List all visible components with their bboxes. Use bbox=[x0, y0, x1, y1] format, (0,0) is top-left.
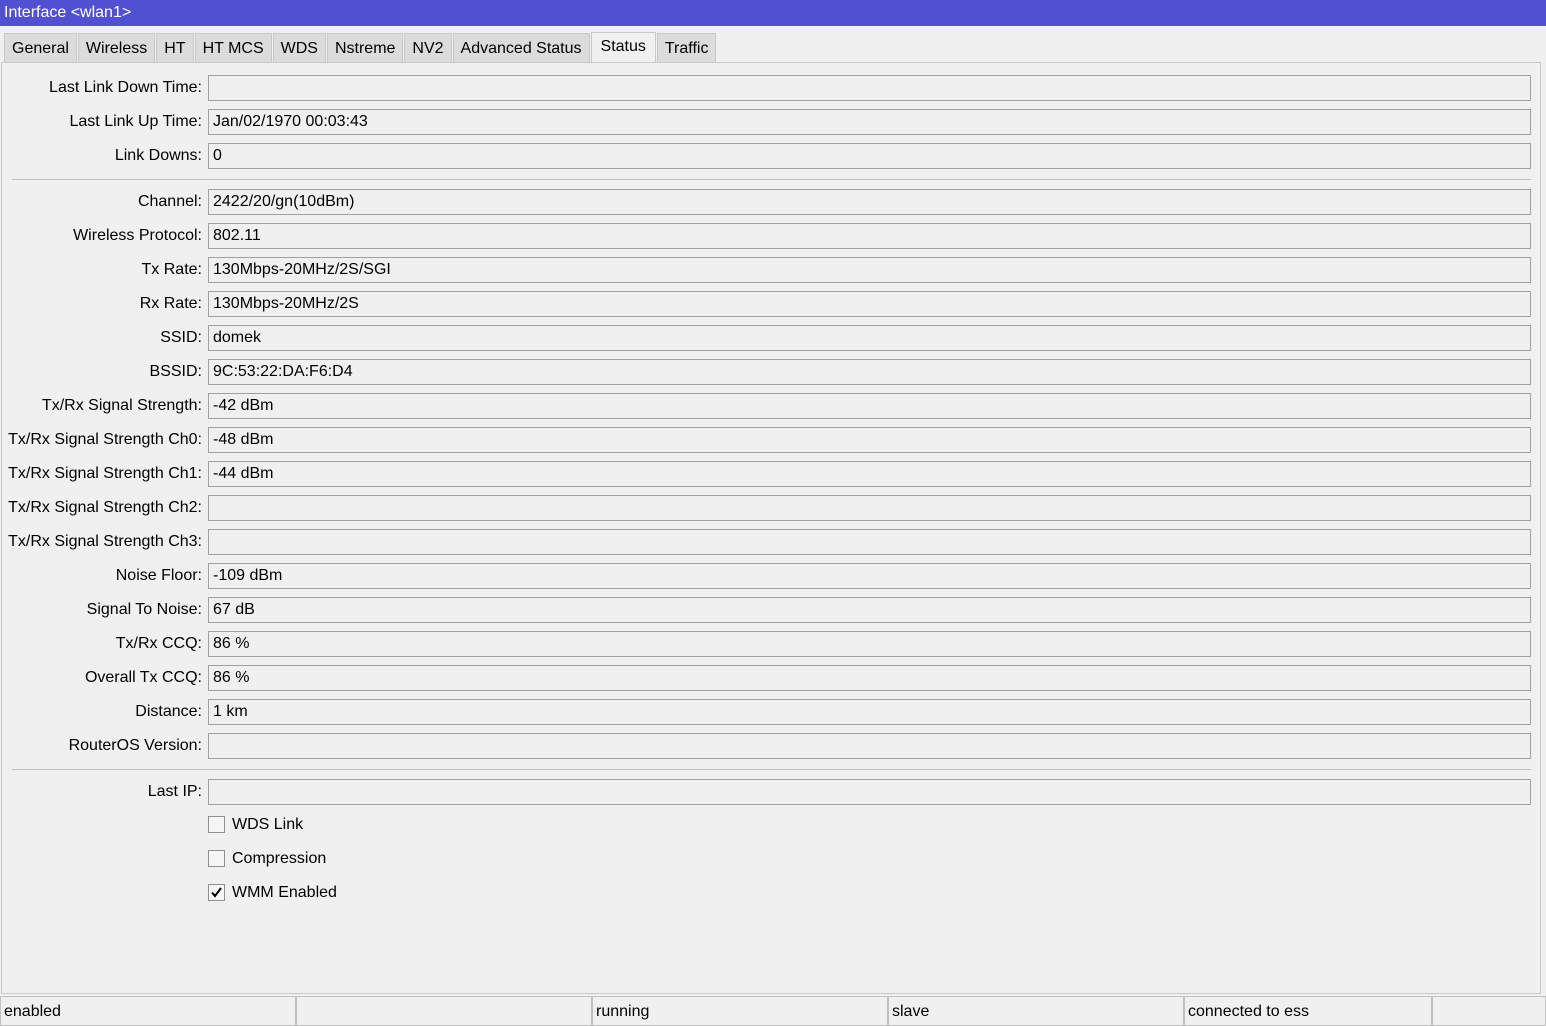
tab-traffic[interactable]: Traffic bbox=[656, 33, 717, 63]
ssid-label: SSID: bbox=[160, 329, 202, 346]
tab-status[interactable]: Status bbox=[590, 32, 656, 63]
compression-label: Compression bbox=[232, 850, 327, 867]
signal-strength-ch1-field[interactable]: -44 dBm bbox=[208, 461, 1531, 487]
routeros-version-label: RouterOS Version: bbox=[68, 737, 202, 754]
tab-advanced-status[interactable]: Advanced Status bbox=[452, 33, 590, 63]
checkmark-icon bbox=[211, 887, 222, 898]
signal-strength-ch2-label: Tx/Rx Signal Strength Ch2: bbox=[8, 499, 202, 516]
tx-rate-row: Tx Rate: 130Mbps-20MHz/2S/SGI bbox=[2, 257, 1542, 283]
status-slave: slave bbox=[888, 996, 1184, 1026]
status-enabled: enabled bbox=[0, 996, 296, 1026]
channel-label: Channel: bbox=[137, 193, 202, 210]
tab-wds[interactable]: WDS bbox=[272, 33, 326, 63]
wireless-protocol-field[interactable]: 802.11 bbox=[208, 223, 1531, 249]
wds-link-checkbox[interactable] bbox=[208, 816, 225, 833]
link-downs-field[interactable]: 0 bbox=[208, 143, 1531, 169]
txrx-ccq-field[interactable]: 86 % bbox=[208, 631, 1531, 657]
tab-ht[interactable]: HT bbox=[156, 33, 194, 63]
tab-ht-mcs[interactable]: HT MCS bbox=[194, 33, 272, 63]
wds-link-label: WDS Link bbox=[232, 816, 304, 833]
signal-to-noise-row: Signal To Noise: 67 dB bbox=[2, 597, 1542, 623]
overall-tx-ccq-label: Overall Tx CCQ: bbox=[84, 669, 202, 686]
signal-strength-ch1-row: Tx/Rx Signal Strength Ch1: -44 dBm bbox=[2, 461, 1542, 487]
routeros-version-row: RouterOS Version: bbox=[2, 733, 1542, 759]
compression-checkbox[interactable] bbox=[208, 850, 225, 867]
tab-wireless[interactable]: Wireless bbox=[77, 33, 156, 63]
channel-field[interactable]: 2422/20/gn(10dBm) bbox=[208, 189, 1531, 215]
link-downs-label: Link Downs: bbox=[114, 147, 202, 164]
rx-rate-label: Rx Rate: bbox=[139, 295, 202, 312]
last-link-down-time-label: Last Link Down Time: bbox=[49, 79, 202, 96]
signal-strength-ch3-field[interactable] bbox=[208, 529, 1531, 555]
wireless-protocol-row: Wireless Protocol: 802.11 bbox=[2, 223, 1542, 249]
status-panel: Last Link Down Time: Last Link Up Time: … bbox=[1, 62, 1541, 994]
signal-strength-ch3-label: Tx/Rx Signal Strength Ch3: bbox=[8, 533, 202, 550]
tab-nv2[interactable]: NV2 bbox=[404, 33, 452, 63]
noise-floor-label: Noise Floor: bbox=[115, 567, 202, 584]
noise-floor-row: Noise Floor: -109 dBm bbox=[2, 563, 1542, 589]
status-connection: connected to ess bbox=[1184, 996, 1432, 1026]
status-extra bbox=[1432, 996, 1546, 1026]
tab-nstreme[interactable]: Nstreme bbox=[326, 33, 404, 63]
window-title: Interface <wlan1> bbox=[0, 0, 1546, 26]
status-empty bbox=[296, 996, 592, 1026]
overall-tx-ccq-row: Overall Tx CCQ: 86 % bbox=[2, 665, 1542, 691]
ssid-row: SSID: domek bbox=[2, 325, 1542, 351]
tx-rate-label: Tx Rate: bbox=[141, 261, 202, 278]
separator bbox=[12, 769, 1531, 770]
status-running: running bbox=[592, 996, 888, 1026]
wireless-protocol-label: Wireless Protocol: bbox=[73, 227, 202, 244]
bssid-label: BSSID: bbox=[149, 363, 202, 380]
signal-strength-label: Tx/Rx Signal Strength: bbox=[41, 397, 202, 414]
rx-rate-row: Rx Rate: 130Mbps-20MHz/2S bbox=[2, 291, 1542, 317]
channel-row: Channel: 2422/20/gn(10dBm) bbox=[2, 189, 1542, 215]
bssid-field[interactable]: 9C:53:22:DA:F6:D4 bbox=[208, 359, 1531, 385]
tab-general[interactable]: General bbox=[4, 33, 77, 63]
link-downs-row: Link Downs: 0 bbox=[2, 143, 1542, 169]
signal-to-noise-field[interactable]: 67 dB bbox=[208, 597, 1531, 623]
signal-strength-field[interactable]: -42 dBm bbox=[208, 393, 1531, 419]
distance-label: Distance: bbox=[135, 703, 202, 720]
last-link-up-time-field[interactable]: Jan/02/1970 00:03:43 bbox=[208, 109, 1531, 135]
signal-strength-ch0-row: Tx/Rx Signal Strength Ch0: -48 dBm bbox=[2, 427, 1542, 453]
status-bar: enabled running slave connected to ess bbox=[0, 996, 1546, 1026]
signal-strength-ch2-field[interactable] bbox=[208, 495, 1531, 521]
signal-strength-ch0-label: Tx/Rx Signal Strength Ch0: bbox=[8, 431, 202, 448]
bssid-row: BSSID: 9C:53:22:DA:F6:D4 bbox=[2, 359, 1542, 385]
tx-rate-field[interactable]: 130Mbps-20MHz/2S/SGI bbox=[208, 257, 1531, 283]
separator bbox=[12, 179, 1531, 180]
last-ip-row: Last IP: bbox=[2, 779, 1542, 805]
overall-tx-ccq-field[interactable]: 86 % bbox=[208, 665, 1531, 691]
txrx-ccq-row: Tx/Rx CCQ: 86 % bbox=[2, 631, 1542, 657]
distance-field[interactable]: 1 km bbox=[208, 699, 1531, 725]
txrx-ccq-label: Tx/Rx CCQ: bbox=[115, 635, 202, 652]
signal-to-noise-label: Signal To Noise: bbox=[86, 601, 202, 618]
last-link-down-time-row: Last Link Down Time: bbox=[2, 75, 1542, 101]
signal-strength-ch1-label: Tx/Rx Signal Strength Ch1: bbox=[8, 465, 202, 482]
last-ip-label: Last IP: bbox=[147, 783, 202, 800]
routeros-version-field[interactable] bbox=[208, 733, 1531, 759]
distance-row: Distance: 1 km bbox=[2, 699, 1542, 725]
tab-bar: General Wireless HT HT MCS WDS Nstreme N… bbox=[4, 32, 717, 63]
last-link-up-time-label: Last Link Up Time: bbox=[69, 113, 203, 130]
signal-strength-row: Tx/Rx Signal Strength: -42 dBm bbox=[2, 393, 1542, 419]
rx-rate-field[interactable]: 130Mbps-20MHz/2S bbox=[208, 291, 1531, 317]
signal-strength-ch3-row: Tx/Rx Signal Strength Ch3: bbox=[2, 529, 1542, 555]
last-link-up-time-row: Last Link Up Time: Jan/02/1970 00:03:43 bbox=[2, 109, 1542, 135]
signal-strength-ch2-row: Tx/Rx Signal Strength Ch2: bbox=[2, 495, 1542, 521]
wmm-enabled-checkbox[interactable] bbox=[208, 884, 225, 901]
signal-strength-ch0-field[interactable]: -48 dBm bbox=[208, 427, 1531, 453]
last-ip-field[interactable] bbox=[208, 779, 1531, 805]
wmm-enabled-label: WMM Enabled bbox=[232, 884, 337, 901]
noise-floor-field[interactable]: -109 dBm bbox=[208, 563, 1531, 589]
ssid-field[interactable]: domek bbox=[208, 325, 1531, 351]
last-link-down-time-field[interactable] bbox=[208, 75, 1531, 101]
